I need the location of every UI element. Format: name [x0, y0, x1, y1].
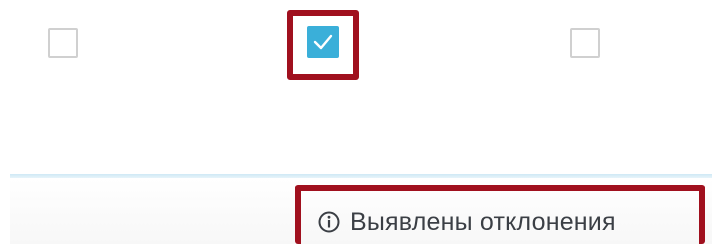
checkmark-icon	[313, 34, 333, 50]
checkbox-unchecked-left[interactable]	[48, 28, 78, 58]
info-icon	[318, 211, 340, 233]
page: Выявлены отклонения	[0, 0, 712, 244]
checkbox-checked[interactable]	[307, 26, 339, 58]
checkbox-unchecked-right[interactable]	[570, 28, 600, 58]
status-text: Выявлены отклонения	[350, 207, 616, 236]
deviation-status[interactable]: Выявлены отклонения	[318, 205, 616, 239]
